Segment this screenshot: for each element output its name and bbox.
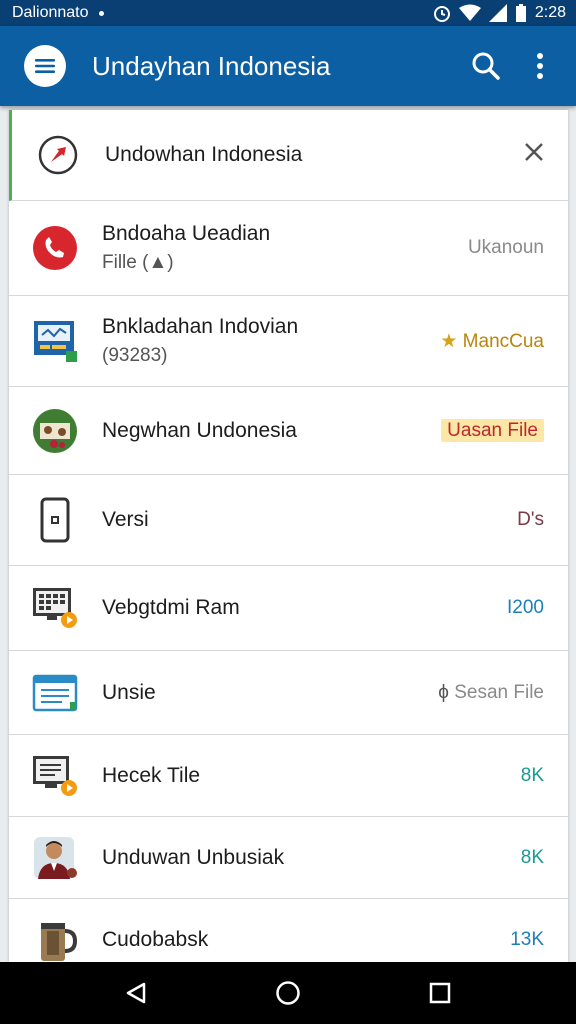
- recents-button[interactable]: [420, 973, 460, 1013]
- list-item-meta-text: MancCua: [462, 330, 544, 352]
- document-window-icon: [31, 669, 79, 717]
- list-item-title: Undowhan Indonesia: [105, 143, 303, 166]
- calendar-screen-icon: [31, 584, 79, 632]
- link-icon: ϕ: [438, 681, 449, 703]
- list-item-title: Unsie: [102, 680, 156, 704]
- list-item-title: Bnkladahan Indovian: [102, 315, 299, 338]
- page-title: Undayhan Indonesia: [92, 50, 331, 81]
- list-item-title: Bndoaha Ueadian: [102, 222, 271, 245]
- search-button[interactable]: [466, 46, 506, 86]
- home-icon: [276, 981, 300, 1005]
- monitor-file-icon: [31, 752, 79, 800]
- list-item-subtitle: (93283): [102, 345, 168, 366]
- list-item[interactable]: Unsie ϕ Sesan File: [9, 651, 568, 735]
- list-item-meta: Ukanoun: [467, 237, 544, 258]
- back-icon: [126, 982, 146, 1004]
- list-item-title: Vebgtdmi Ram: [102, 596, 240, 619]
- list-item-title: Unduwan Unbusiak: [102, 845, 285, 869]
- system-nav-bar: [0, 962, 576, 1024]
- list-item-meta-text: Sesan File: [454, 681, 544, 703]
- back-button[interactable]: [116, 973, 156, 1013]
- more-vert-icon: [537, 53, 543, 79]
- list-item-title: Negwhan Undonesia: [102, 418, 297, 442]
- list-item[interactable]: Vebgtdmi Ram I200: [9, 566, 568, 651]
- home-button[interactable]: [268, 973, 308, 1013]
- overflow-menu-button[interactable]: [520, 46, 560, 86]
- list-item-subtitle: Fille (▲): [102, 252, 174, 273]
- signal-icon: [488, 4, 507, 22]
- alarm-icon: [433, 6, 450, 22]
- wifi-icon: [458, 4, 481, 21]
- list-item[interactable]: Undowhan Indonesia: [9, 110, 568, 201]
- list-item[interactable]: Hecek Tile 8K: [9, 735, 568, 817]
- status-carrier: Dalionnato: [12, 4, 89, 21]
- list-item[interactable]: Negwhan Undonesia Uasan File: [9, 387, 568, 475]
- notification-dot-icon: [98, 10, 104, 16]
- list-item-title: Versi: [102, 508, 149, 531]
- list-item-meta: Uasan File: [441, 418, 544, 442]
- list-item-meta: 13K: [510, 929, 544, 950]
- recents-icon: [429, 982, 451, 1004]
- monitor-chart-icon: [31, 317, 79, 365]
- menu-button[interactable]: [24, 45, 66, 87]
- search-icon: [472, 52, 500, 80]
- list-item-meta: 8K: [520, 846, 544, 868]
- close-icon: [525, 143, 543, 161]
- list-item-meta: ϕ Sesan File: [438, 682, 544, 704]
- phone-icon: [31, 224, 79, 272]
- status-time: 2:28: [534, 4, 566, 21]
- smartphone-icon: [31, 496, 79, 544]
- leaf-icon: ★: [440, 330, 458, 352]
- close-button[interactable]: [524, 142, 544, 168]
- hamburger-icon: [35, 59, 55, 73]
- list-item-meta: D's: [517, 509, 544, 530]
- list-item-title: Cudobabsk: [102, 928, 209, 951]
- list-item[interactable]: Bnkladahan Indovian (93283) ★ MancCua: [9, 296, 568, 387]
- battery-icon: [515, 4, 526, 22]
- nature-photo-icon: [31, 407, 79, 455]
- app-bar: Undayhan Indonesia: [0, 26, 576, 106]
- mug-icon: [31, 916, 79, 962]
- list-item[interactable]: Unduwan Unbusiak 8K: [9, 817, 568, 899]
- list-item-meta: 8K: [520, 764, 544, 786]
- list-item[interactable]: Versi D's: [9, 475, 568, 566]
- list-item-meta: ★ MancCua: [440, 330, 544, 353]
- compass-icon: [34, 131, 82, 179]
- list-item-meta: I200: [507, 597, 544, 618]
- avatar-photo-icon: [31, 834, 79, 882]
- list-item[interactable]: Cudobabsk 13K: [9, 899, 568, 962]
- status-bar: Dalionnato 2:28: [0, 0, 576, 26]
- file-list: Undowhan Indonesia Bndoaha Ueadian Fille…: [9, 110, 568, 962]
- status-badge: Uasan File: [441, 418, 544, 442]
- list-item[interactable]: Bndoaha Ueadian Fille (▲) Ukanoun: [9, 201, 568, 296]
- list-item-title: Hecek Tile: [102, 763, 201, 787]
